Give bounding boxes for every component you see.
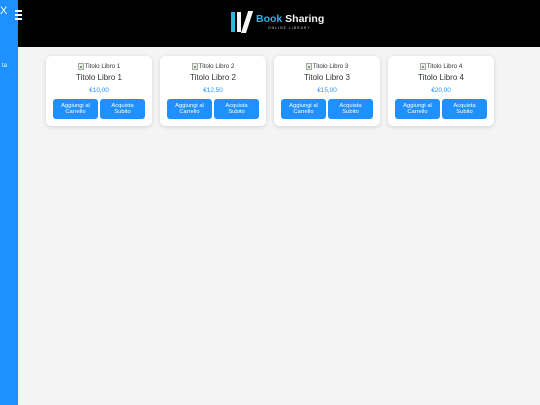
buy-now-button[interactable]: Acquista Subito: [100, 99, 145, 119]
add-to-cart-button[interactable]: Aggiungi al Carrello: [167, 99, 212, 119]
book-cover-image: Titolo Libro 2: [160, 62, 266, 71]
image-alt-text: Titolo Libro 2: [198, 63, 235, 70]
book-sharing-logo[interactable]: Book Sharing ONLINE LIBRARY: [230, 9, 324, 35]
broken-image-icon: [191, 63, 198, 70]
broken-image-icon: [419, 63, 426, 70]
top-header: Book Sharing ONLINE LIBRARY: [0, 0, 540, 47]
buy-now-button[interactable]: Acquista Subito: [328, 99, 373, 119]
sidebar-link[interactable]: ta: [0, 62, 7, 70]
image-alt-text: Titolo Libro 1: [84, 63, 121, 70]
product-card: Titolo Libro 4 Titolo Libro 4 €20,00 Agg…: [388, 56, 494, 126]
buy-now-button[interactable]: Acquista Subito: [214, 99, 259, 119]
add-to-cart-button[interactable]: Aggiungi al Carrello: [281, 99, 326, 119]
product-card: Titolo Libro 2 Titolo Libro 2 €12,50 Agg…: [160, 56, 266, 126]
add-to-cart-button[interactable]: Aggiungi al Carrello: [53, 99, 98, 119]
book-cover-image: Titolo Libro 4: [388, 62, 494, 71]
logo-word-book: Book: [256, 13, 283, 26]
logo-title: Book Sharing: [256, 14, 324, 25]
image-alt-text: Titolo Libro 4: [426, 63, 463, 70]
logo-tagline: ONLINE LIBRARY: [268, 25, 311, 30]
broken-image-icon: [305, 63, 312, 70]
broken-image-icon: [77, 63, 84, 70]
book-cover-image: Titolo Libro 1: [46, 62, 152, 71]
books-logo-icon: [230, 10, 254, 34]
book-title: Titolo Libro 3: [304, 73, 350, 82]
book-title: Titolo Libro 2: [190, 73, 236, 82]
product-card: Titolo Libro 3 Titolo Libro 3 €15,00 Agg…: [274, 56, 380, 126]
book-price: €15,00: [317, 87, 337, 94]
book-title: Titolo Libro 4: [418, 73, 464, 82]
book-title: Titolo Libro 1: [76, 73, 122, 82]
image-alt-text: Titolo Libro 3: [312, 63, 349, 70]
side-navigation: X ta: [0, 0, 18, 405]
book-cover-image: Titolo Libro 3: [274, 62, 380, 71]
book-price: €20,00: [431, 87, 451, 94]
product-card: Titolo Libro 1 Titolo Libro 1 €10,00 Agg…: [46, 56, 152, 126]
logo-text: Book Sharing ONLINE LIBRARY: [256, 14, 324, 30]
add-to-cart-button[interactable]: Aggiungi al Carrello: [395, 99, 440, 119]
buy-now-button[interactable]: Acquista Subito: [442, 99, 487, 119]
book-price: €12,50: [203, 87, 223, 94]
logo-word-sharing: Sharing: [285, 13, 325, 26]
close-sidebar-button[interactable]: X: [0, 4, 7, 18]
book-price: €10,00: [89, 87, 109, 94]
hamburger-icon[interactable]: [15, 10, 22, 20]
